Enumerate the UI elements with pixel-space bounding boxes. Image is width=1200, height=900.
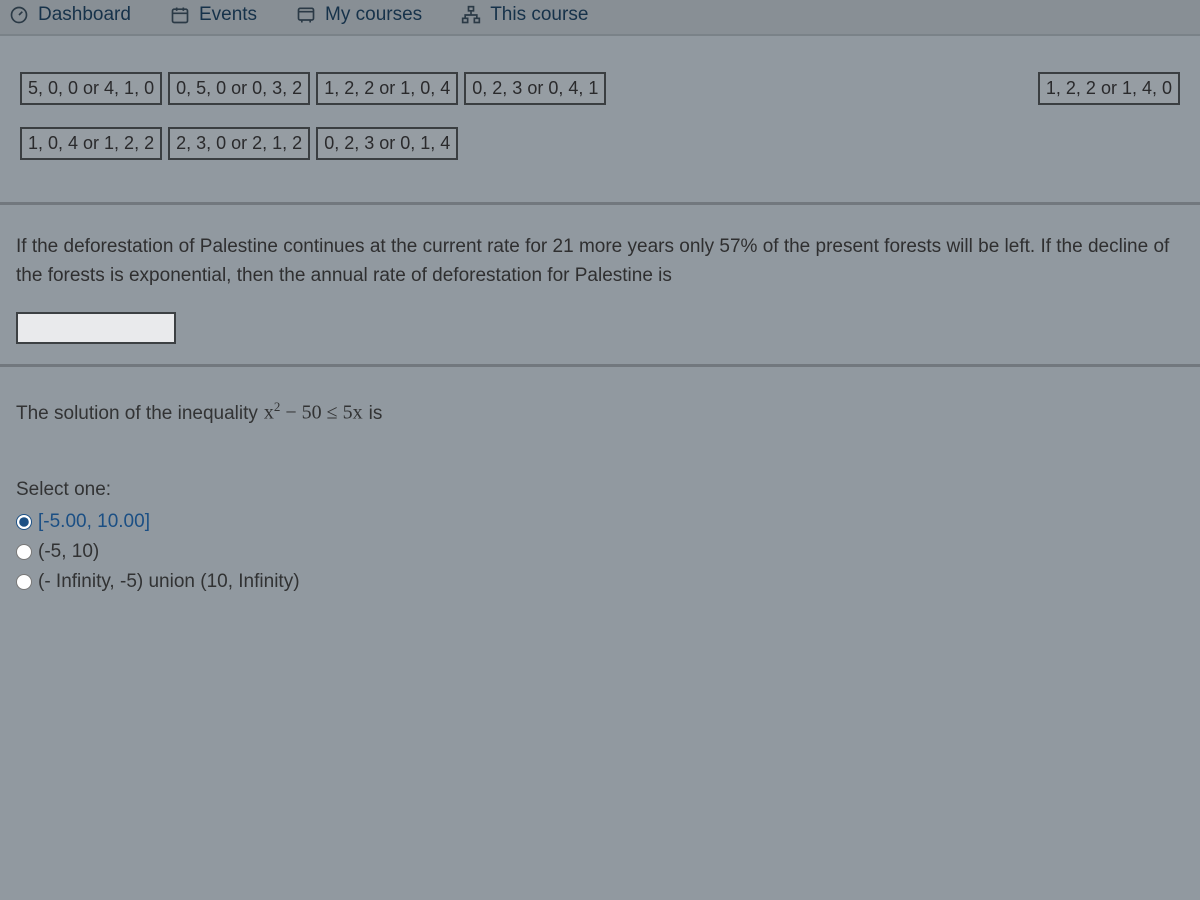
top-navbar: Dashboard Events My courses This course: [0, 0, 1200, 36]
inequality-math: x2 − 50 ≤ 5x: [264, 399, 363, 425]
prompt-suffix: is: [369, 403, 383, 425]
drag-chip[interactable]: 5, 0, 0 or 4, 1, 0: [20, 72, 162, 105]
drag-chip[interactable]: 0, 2, 3 or 0, 1, 4: [316, 127, 458, 160]
drag-chip[interactable]: 2, 3, 0 or 2, 1, 2: [168, 127, 310, 160]
options-list: [-5.00, 10.00] (-5, 10) (- Infinity, -5)…: [16, 511, 1184, 593]
nav-my-courses[interactable]: My courses: [295, 4, 422, 26]
drag-chip[interactable]: 1, 0, 4 or 1, 2, 2: [20, 127, 162, 160]
question-text: If the deforestation of Palestine contin…: [16, 233, 1184, 290]
radio-a[interactable]: [16, 514, 32, 530]
nav-label: This course: [490, 4, 588, 26]
answer-input[interactable]: [16, 312, 176, 344]
option-label: (- Infinity, -5) union (10, Infinity): [38, 571, 300, 593]
prompt-prefix: The solution of the inequality: [16, 403, 258, 425]
nav-label: My courses: [325, 4, 422, 26]
courses-icon: [295, 4, 317, 26]
calendar-icon: [169, 4, 191, 26]
drag-chip[interactable]: 0, 5, 0 or 0, 3, 2: [168, 72, 310, 105]
drag-chip[interactable]: 1, 2, 2 or 1, 4, 0: [1038, 72, 1180, 105]
option-label: [-5.00, 10.00]: [38, 511, 150, 533]
question-deforestation: If the deforestation of Palestine contin…: [0, 205, 1200, 367]
select-one-label: Select one:: [16, 479, 1184, 501]
inequality-prompt: The solution of the inequality x2 − 50 ≤…: [16, 399, 1184, 425]
dashboard-icon: [8, 4, 30, 26]
drag-chip[interactable]: 0, 2, 3 or 0, 4, 1: [464, 72, 606, 105]
nav-label: Events: [199, 4, 257, 26]
question-inequality: The solution of the inequality x2 − 50 ≤…: [0, 367, 1200, 621]
option-c[interactable]: (- Infinity, -5) union (10, Infinity): [16, 571, 1184, 593]
radio-c[interactable]: [16, 574, 32, 590]
nav-this-course[interactable]: This course: [460, 4, 588, 26]
nav-events[interactable]: Events: [169, 4, 257, 26]
option-a[interactable]: [-5.00, 10.00]: [16, 511, 1184, 533]
option-b[interactable]: (-5, 10): [16, 541, 1184, 563]
nav-label: Dashboard: [38, 4, 131, 26]
sitemap-icon: [460, 4, 482, 26]
chips-row-2: 1, 0, 4 or 1, 2, 2 2, 3, 0 or 2, 1, 2 0,…: [20, 127, 1180, 160]
drag-chips-area: 5, 0, 0 or 4, 1, 0 0, 5, 0 or 0, 3, 2 1,…: [0, 36, 1200, 205]
option-label: (-5, 10): [38, 541, 99, 563]
chips-row-1: 5, 0, 0 or 4, 1, 0 0, 5, 0 or 0, 3, 2 1,…: [20, 72, 1180, 105]
drag-chip[interactable]: 1, 2, 2 or 1, 0, 4: [316, 72, 458, 105]
radio-b[interactable]: [16, 544, 32, 560]
nav-dashboard[interactable]: Dashboard: [8, 4, 131, 26]
